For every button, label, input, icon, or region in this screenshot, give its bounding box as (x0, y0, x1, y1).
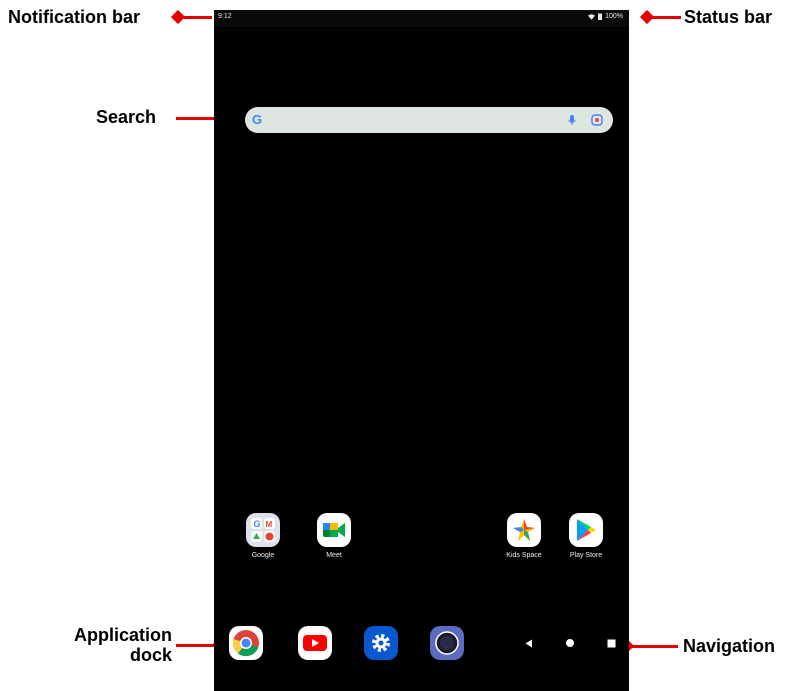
app-label-google: Google (251, 552, 275, 559)
wifi-icon (588, 13, 596, 20)
battery-icon (598, 13, 603, 20)
back-icon[interactable] (525, 639, 533, 648)
callout-dock-line2: dock (129, 645, 172, 665)
app-label-meet: Meet (326, 552, 342, 559)
app-label-play-store: Play Store (569, 552, 603, 559)
google-logo: G (252, 112, 263, 127)
mic-icon[interactable] (565, 113, 579, 127)
kids-space-icon (507, 513, 541, 547)
callout-application-dock: Application dock (50, 625, 172, 665)
callout-arrow-status (648, 16, 681, 19)
app-google-folder[interactable]: G M Google (231, 513, 295, 559)
camera-icon[interactable] (430, 626, 464, 660)
settings-icon[interactable] (364, 626, 398, 660)
callout-navigation: Navigation (683, 636, 776, 656)
status-icons: 100% (588, 13, 623, 20)
callout-search: Search (96, 107, 157, 127)
callout-arrow-dock (176, 644, 218, 647)
callout-arrow-navigation (628, 645, 678, 648)
app-play-store[interactable]: Play Store (554, 513, 618, 559)
battery-percent: 100% (605, 13, 623, 20)
search-bar[interactable]: G (245, 107, 613, 133)
tablet-screen: 9:12 100% G G M Google Meet Kids Space P… (214, 10, 629, 691)
app-kids-space[interactable]: Kids Space (492, 513, 556, 559)
callout-status-bar: Status bar (684, 7, 773, 27)
app-meet[interactable]: Meet (302, 513, 366, 559)
callout-dock-line1: Application (74, 625, 172, 645)
meet-icon (317, 513, 351, 547)
app-label-kids-space: Kids Space (506, 552, 542, 559)
callout-notification-bar: Notification bar (8, 7, 141, 27)
svg-text:G: G (254, 519, 261, 529)
chrome-icon[interactable] (229, 626, 263, 660)
svg-text:M: M (266, 520, 273, 529)
home-icon[interactable] (565, 638, 575, 648)
play-store-icon (569, 513, 603, 547)
callout-arrow-notification (179, 16, 212, 19)
youtube-icon[interactable] (298, 626, 332, 660)
notification-status-bar[interactable]: 9:12 100% (214, 10, 629, 27)
google-folder-icon: G M (246, 513, 280, 547)
recents-icon[interactable] (607, 639, 616, 648)
clock: 9:12 (218, 13, 232, 20)
lens-icon[interactable] (590, 113, 604, 127)
